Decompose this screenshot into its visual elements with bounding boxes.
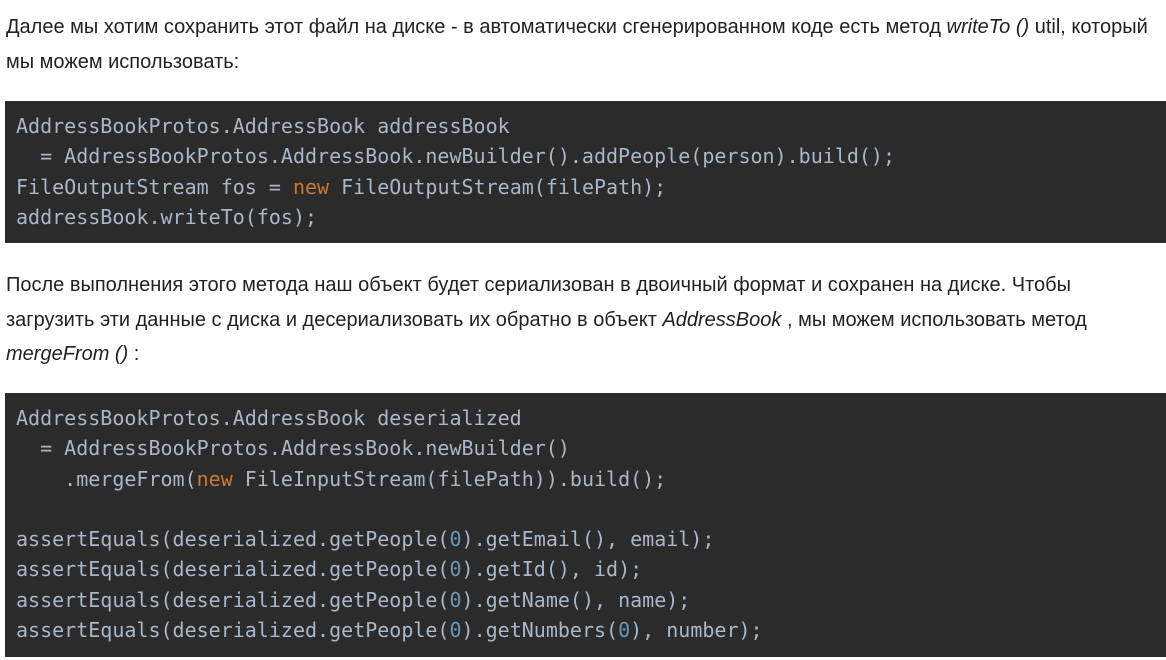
code-number: 0 [449, 527, 462, 552]
class-name: AddressBook [662, 308, 782, 331]
code-text: ), number); [630, 618, 763, 643]
paragraph-deserialize: После выполнения этого метода наш объект… [6, 268, 1156, 372]
code-line: assertEquals(deserialized.getPeople(0).g… [16, 524, 1155, 554]
code-line: assertEquals(deserialized.getPeople(0).g… [16, 554, 1155, 584]
code-text: .mergeFrom( [16, 466, 197, 491]
code-keyword: new [292, 174, 330, 199]
code-line: AddressBookProtos.AddressBook addressBoo… [16, 111, 1155, 141]
code-text: ).getEmail(), email); [461, 527, 715, 552]
code-line: AddressBookProtos.AddressBook deserializ… [16, 403, 1155, 433]
code-block-write: AddressBookProtos.AddressBook addressBoo… [5, 101, 1166, 243]
paragraph-text: : [128, 343, 140, 365]
code-number: 0 [449, 587, 462, 612]
paragraph-text: Далее мы хотим сохранить этот файл на ди… [6, 16, 947, 38]
code-text: ).getNumbers( [461, 618, 619, 643]
code-block-read: AddressBookProtos.AddressBook deserializ… [5, 393, 1166, 657]
code-text: assertEquals(deserialized.getPeople( [16, 587, 450, 612]
code-line: assertEquals(deserialized.getPeople(0).g… [16, 615, 1155, 645]
code-line: = AddressBookProtos.AddressBook.newBuild… [16, 433, 1155, 463]
code-keyword: new [196, 466, 233, 491]
code-text: AddressBookProtos.AddressBook deserializ… [16, 406, 522, 430]
code-line: = AddressBookProtos.AddressBook.newBuild… [16, 141, 1155, 171]
code-line: .mergeFrom(new FileInputStream(filePath)… [16, 464, 1155, 494]
code-text: addressBook.writeTo(fos); [16, 204, 318, 229]
code-text: = AddressBookProtos.AddressBook.newBuild… [16, 436, 570, 461]
code-text: assertEquals(deserialized.getPeople( [16, 618, 450, 643]
code-text: FileInputStream(filePath)).build(); [232, 466, 667, 491]
code-text: assertEquals(deserialized.getPeople( [16, 527, 450, 552]
code-text: AddressBookProtos.AddressBook addressBoo… [16, 114, 510, 138]
code-number: 0 [449, 557, 462, 582]
code-text: ).getId(), id); [461, 557, 643, 582]
code-text: assertEquals(deserialized.getPeople( [16, 557, 450, 582]
code-text: ).getName(), name); [461, 587, 691, 612]
code-line: addressBook.writeTo(fos); [16, 202, 1155, 232]
paragraph-text: , мы можем использовать метод [781, 308, 1087, 331]
code-text: FileOutputStream(filePath); [329, 174, 667, 199]
method-name: writeTo () [946, 16, 1030, 38]
code-number: 0 [618, 618, 631, 643]
code-number: 0 [449, 618, 462, 643]
paragraph-intro: Далее мы хотим сохранить этот файл на ди… [6, 10, 1156, 79]
code-line: FileOutputStream fos = new FileOutputStr… [16, 172, 1155, 202]
method-name: mergeFrom () [6, 343, 129, 365]
code-text: FileOutputStream fos = [16, 174, 293, 199]
code-line: assertEquals(deserialized.getPeople(0).g… [16, 585, 1155, 615]
code-text: = AddressBookProtos.AddressBook.newBuild… [16, 144, 895, 169]
